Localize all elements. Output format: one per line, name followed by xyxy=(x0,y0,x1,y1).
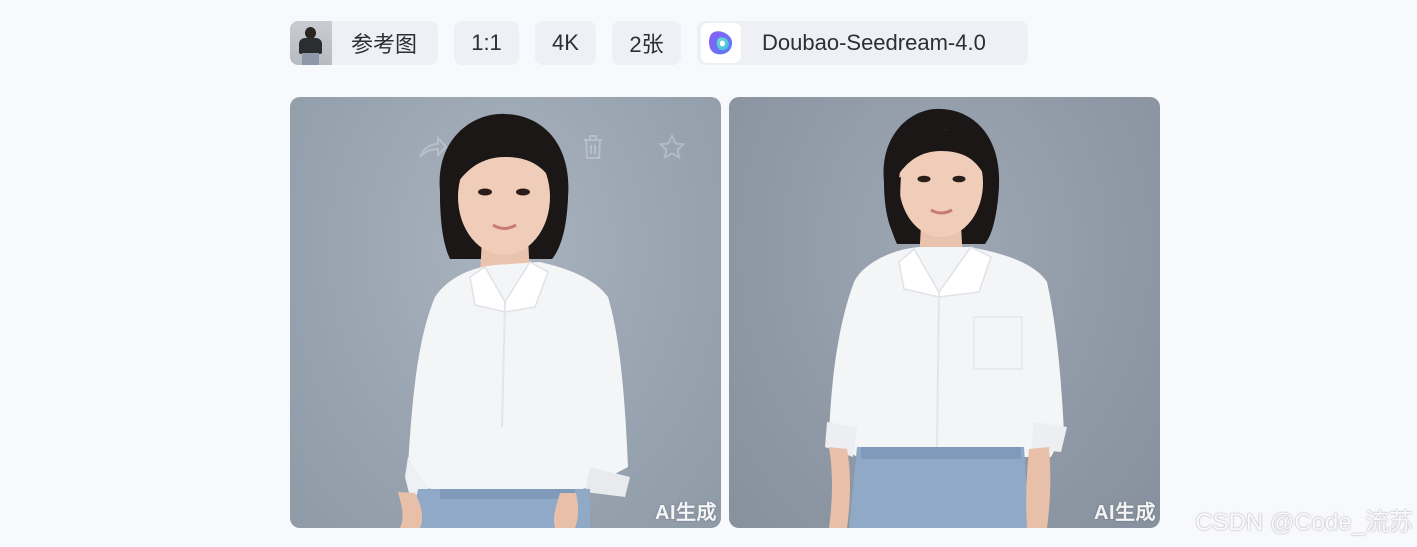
model-name-label: Doubao-Seedream-4.0 xyxy=(762,30,986,55)
portrait-image xyxy=(398,113,630,528)
ai-generated-watermark: AI生成 xyxy=(655,502,717,524)
generated-image-1[interactable]: AI生成 xyxy=(290,97,721,528)
image-count-chip[interactable]: 2张 xyxy=(612,21,681,65)
csdn-watermark: CSDN @Code_流苏 xyxy=(1195,509,1413,536)
doubao-logo-icon xyxy=(701,23,741,63)
portrait-image xyxy=(825,108,1067,528)
favorite-icon[interactable] xyxy=(658,134,686,160)
share-icon[interactable] xyxy=(418,135,448,161)
aspect-ratio-chip[interactable]: 1:1 xyxy=(454,21,519,65)
resolution-chip[interactable]: 4K xyxy=(535,21,596,65)
ai-generated-watermark: AI生成 xyxy=(1094,502,1156,524)
delete-icon[interactable] xyxy=(580,133,606,161)
reference-image-chip[interactable]: 参考图 xyxy=(290,21,438,65)
reference-image-label: 参考图 xyxy=(351,32,418,57)
generated-image-2[interactable]: AI生成 xyxy=(729,97,1160,528)
reference-image-thumbnail xyxy=(290,21,332,65)
model-selector-chip[interactable]: Doubao-Seedream-4.0 xyxy=(697,21,1028,65)
